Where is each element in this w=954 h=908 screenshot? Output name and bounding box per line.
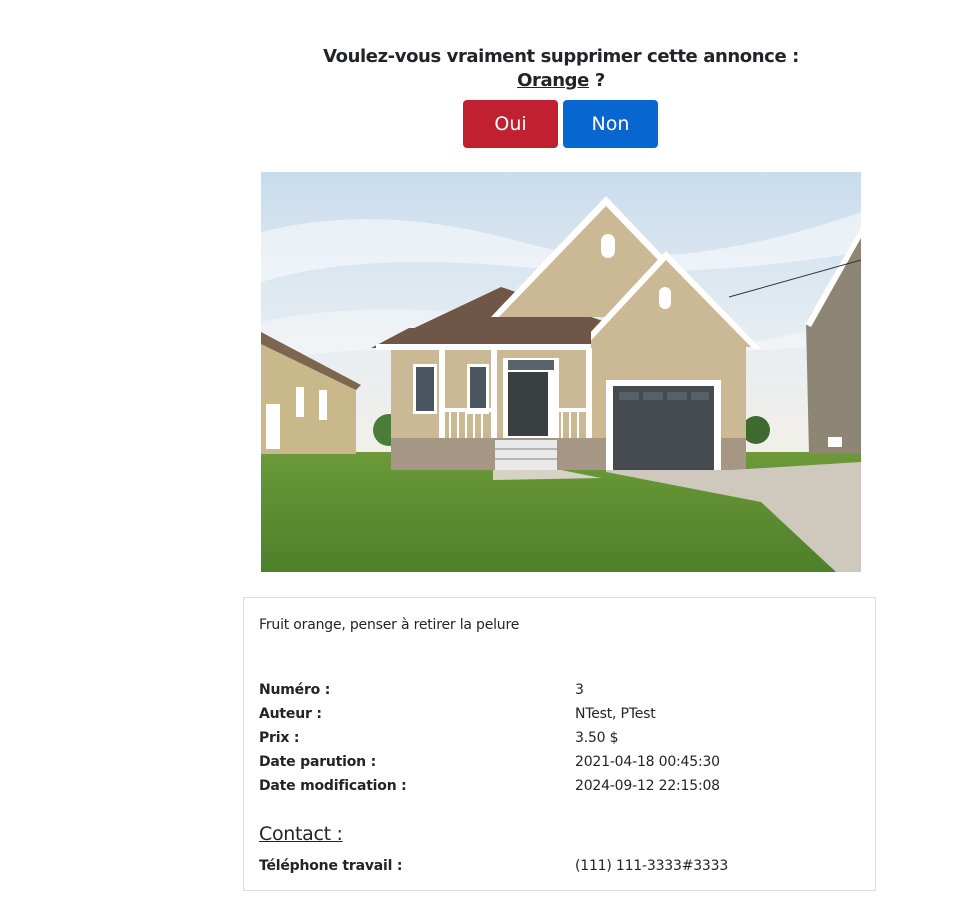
listing-photo bbox=[261, 172, 861, 572]
delete-confirmation-title: Voulez-vous vraiment supprimer cette ann… bbox=[261, 45, 861, 93]
field-row-publish-date: Date parution : 2021-04-18 00:45:30 bbox=[259, 751, 859, 773]
field-label: Date parution : bbox=[259, 754, 377, 770]
field-value: NTest, PTest bbox=[575, 706, 656, 722]
field-value: 2024-09-12 22:15:08 bbox=[575, 778, 720, 794]
confirm-no-button[interactable]: Non bbox=[563, 100, 658, 148]
field-value: 3 bbox=[575, 682, 584, 698]
field-value: 2021-04-18 00:45:30 bbox=[575, 754, 720, 770]
field-label: Numéro : bbox=[259, 682, 331, 698]
confirm-yes-button[interactable]: Oui bbox=[463, 100, 558, 148]
field-row-author: Auteur : NTest, PTest bbox=[259, 703, 859, 725]
confirmation-question: Voulez-vous vraiment supprimer cette ann… bbox=[323, 46, 799, 67]
field-value: (111) 111-3333#3333 bbox=[575, 858, 729, 874]
confirmation-item-line: Orange ? bbox=[261, 69, 861, 93]
field-value: 3.50 $ bbox=[575, 730, 619, 746]
listing-details-card: Fruit orange, penser à retirer la pelure… bbox=[243, 597, 876, 891]
field-label: Téléphone travail : bbox=[259, 858, 403, 874]
page: Voulez-vous vraiment supprimer cette ann… bbox=[0, 0, 954, 908]
field-label: Auteur : bbox=[259, 706, 322, 722]
field-row-work-phone: Téléphone travail : (111) 111-3333#3333 bbox=[259, 855, 859, 877]
question-mark: ? bbox=[588, 70, 605, 91]
listing-description: Fruit orange, penser à retirer la pelure bbox=[259, 617, 520, 633]
field-row-price: Prix : 3.50 $ bbox=[259, 727, 859, 749]
field-row-modified-date: Date modification : 2024-09-12 22:15:08 bbox=[259, 775, 859, 797]
listing-name: Orange bbox=[517, 70, 589, 91]
contact-heading: Contact : bbox=[259, 823, 343, 845]
field-row-number: Numéro : 3 bbox=[259, 679, 859, 701]
field-label: Date modification : bbox=[259, 778, 407, 794]
field-label: Prix : bbox=[259, 730, 300, 746]
